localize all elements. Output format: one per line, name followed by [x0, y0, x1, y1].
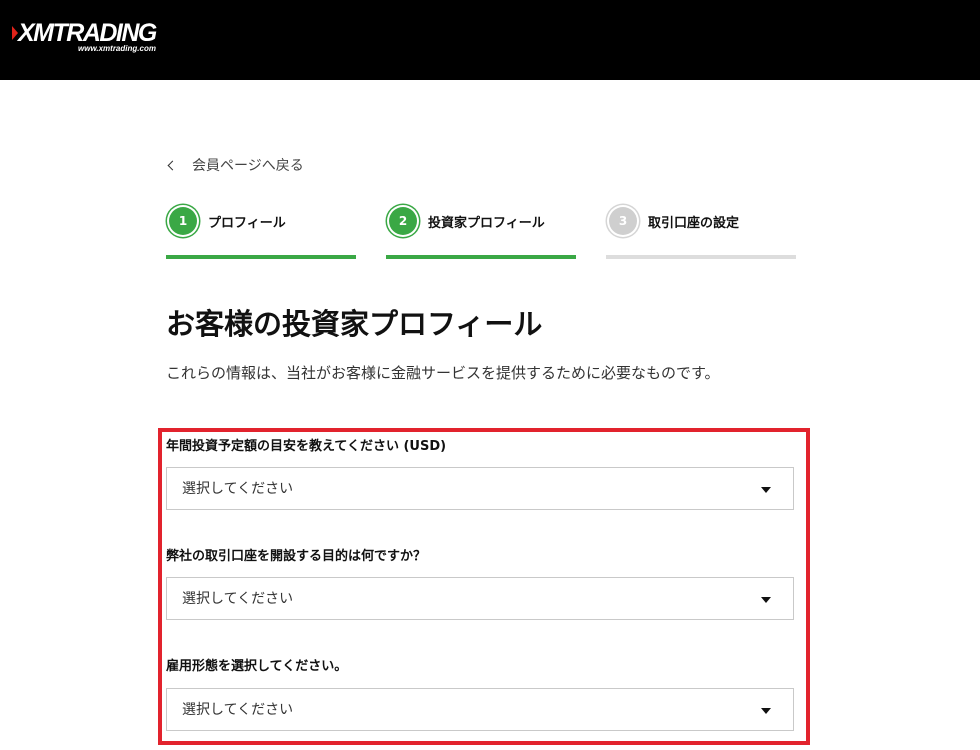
- step-number-badge: 2: [389, 207, 417, 235]
- step-progress-bar: [166, 255, 356, 259]
- back-link-label: 会員ページへ戻る: [192, 158, 304, 174]
- step-progress-bar: [606, 255, 796, 259]
- xmtrading-logo[interactable]: XMTRADING www.xmtrading.com: [12, 18, 162, 54]
- select-value: 選択してください: [182, 481, 294, 497]
- account-purpose-label: 弊社の取引口座を開設する目的は何ですか？: [166, 549, 427, 564]
- top-header: XMTRADING www.xmtrading.com: [0, 0, 980, 80]
- step-profile: 1 プロフィール: [166, 204, 356, 260]
- employment-status-label: 雇用形態を選択してください。: [166, 659, 348, 674]
- step-progress-bar: [386, 255, 576, 259]
- step-number-badge: 1: [169, 207, 197, 235]
- step-label: プロフィール: [208, 216, 286, 231]
- step-investor-profile: 2 投資家プロフィール: [386, 204, 576, 260]
- step-account-settings: 3 取引口座の設定: [606, 204, 796, 260]
- step-label: 取引口座の設定: [648, 216, 740, 231]
- logo-url: www.xmtrading.com: [78, 44, 156, 53]
- page-subtitle: これらの情報は、当社がお客様に金融サービスを提供するために必要なものです。: [166, 364, 720, 382]
- caret-down-icon: [761, 708, 771, 714]
- account-purpose-select[interactable]: 選択してください: [166, 577, 794, 620]
- select-value: 選択してください: [182, 702, 294, 718]
- back-to-members-link[interactable]: 会員ページへ戻る: [166, 155, 304, 175]
- chevron-left-icon: [167, 160, 178, 170]
- annual-investment-label: 年間投資予定額の目安を教えてください (USD): [166, 439, 447, 454]
- employment-status-select[interactable]: 選択してください: [166, 688, 794, 731]
- caret-down-icon: [761, 597, 771, 603]
- select-value: 選択してください: [182, 591, 294, 607]
- annual-investment-select[interactable]: 選択してください: [166, 467, 794, 510]
- caret-down-icon: [761, 487, 771, 493]
- step-number-badge: 3: [609, 207, 637, 235]
- step-label: 投資家プロフィール: [428, 216, 545, 231]
- page-title: お客様の投資家プロフィール: [166, 307, 543, 341]
